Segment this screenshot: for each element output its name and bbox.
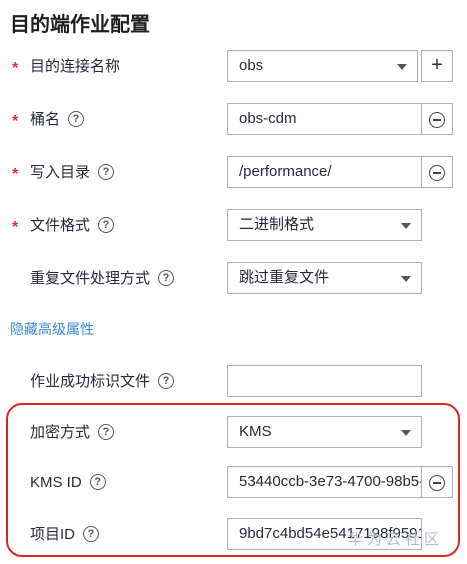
help-icon[interactable]: ? <box>83 526 100 543</box>
success-flag-label-text: 作业成功标识文件 <box>30 373 151 390</box>
project-id-label-text: 项目ID <box>30 526 76 543</box>
chevron-down-icon <box>397 64 407 70</box>
link-name-select[interactable]: obs <box>227 50 418 82</box>
row-success-flag: 作业成功标识文件? <box>0 365 467 399</box>
write-dir-label: 写入目录? <box>30 156 115 190</box>
file-format-select[interactable]: 二进制格式 <box>227 209 422 241</box>
write-dir-value: /performance/ <box>239 163 332 180</box>
minus-circle-icon <box>429 165 445 181</box>
dup-handling-value: 跳过重复文件 <box>239 269 330 286</box>
plus-icon: + <box>431 54 443 76</box>
encryption-select[interactable]: KMS <box>227 416 422 448</box>
bucket-value: obs-cdm <box>239 110 297 127</box>
watermark: 华为云社区 <box>348 531 444 548</box>
kms-id-input[interactable]: 53440ccb-3e73-4700-98b5-7 <box>227 466 422 498</box>
minus-circle-icon <box>429 475 445 491</box>
write-dir-input[interactable]: /performance/ <box>227 156 422 188</box>
success-flag-input[interactable] <box>227 365 422 397</box>
write-dir-label-text: 写入目录 <box>30 164 91 181</box>
encryption-value: KMS <box>239 423 272 440</box>
dup-handling-label-text: 重复文件处理方式 <box>30 270 151 287</box>
kms-id-value: 53440ccb-3e73-4700-98b5-7 <box>239 473 422 490</box>
file-format-label-text: 文件格式 <box>30 217 91 234</box>
required-marker: * <box>12 113 19 130</box>
success-flag-label: 作业成功标识文件? <box>30 365 175 399</box>
link-name-label: 目的连接名称 <box>30 58 121 75</box>
write-dir-select-button[interactable] <box>421 156 453 188</box>
page-title: 目的端作业配置 <box>10 14 150 36</box>
add-link-button[interactable]: + <box>421 50 453 82</box>
row-link-name: * 目的连接名称 obs + <box>0 50 467 84</box>
chevron-down-icon <box>401 276 411 282</box>
chevron-down-icon <box>401 430 411 436</box>
file-format-value: 二进制格式 <box>239 216 315 233</box>
help-icon[interactable]: ? <box>68 111 85 128</box>
help-icon[interactable]: ? <box>98 164 115 181</box>
encryption-label-text: 加密方式 <box>30 424 91 441</box>
file-format-label: 文件格式? <box>30 209 115 243</box>
bucket-label: 桶名? <box>30 103 85 137</box>
dup-handling-label: 重复文件处理方式? <box>30 262 175 296</box>
required-marker: * <box>12 166 19 183</box>
minus-circle-icon <box>429 112 445 128</box>
encryption-label: 加密方式? <box>30 416 115 450</box>
kms-id-select-button[interactable] <box>421 466 453 498</box>
kms-id-label-text: KMS ID <box>30 474 82 491</box>
row-bucket: * 桶名? obs-cdm <box>0 103 467 137</box>
chevron-down-icon <box>401 223 411 229</box>
row-file-format: * 文件格式? 二进制格式 <box>0 209 467 243</box>
required-marker: * <box>12 60 19 77</box>
kms-id-label: KMS ID? <box>30 466 106 500</box>
help-icon[interactable]: ? <box>158 373 175 390</box>
required-marker: * <box>12 219 19 236</box>
bucket-label-text: 桶名 <box>30 111 61 128</box>
row-encryption: 加密方式? KMS <box>0 416 467 450</box>
help-icon[interactable]: ? <box>98 217 115 234</box>
help-icon[interactable]: ? <box>158 270 175 287</box>
project-id-label: 项目ID? <box>30 518 100 552</box>
help-icon[interactable]: ? <box>89 474 106 491</box>
link-name-value: obs <box>239 57 264 74</box>
row-kms-id: KMS ID? 53440ccb-3e73-4700-98b5-7 <box>0 466 467 500</box>
hide-advanced-link[interactable]: 隐藏高级属性 <box>10 319 94 339</box>
row-write-dir: * 写入目录? /performance/ <box>0 156 467 190</box>
bucket-select-button[interactable] <box>421 103 453 135</box>
help-icon[interactable]: ? <box>98 424 115 441</box>
bucket-input[interactable]: obs-cdm <box>227 103 422 135</box>
row-dup-handling: 重复文件处理方式? 跳过重复文件 <box>0 262 467 296</box>
dup-handling-select[interactable]: 跳过重复文件 <box>227 262 422 294</box>
